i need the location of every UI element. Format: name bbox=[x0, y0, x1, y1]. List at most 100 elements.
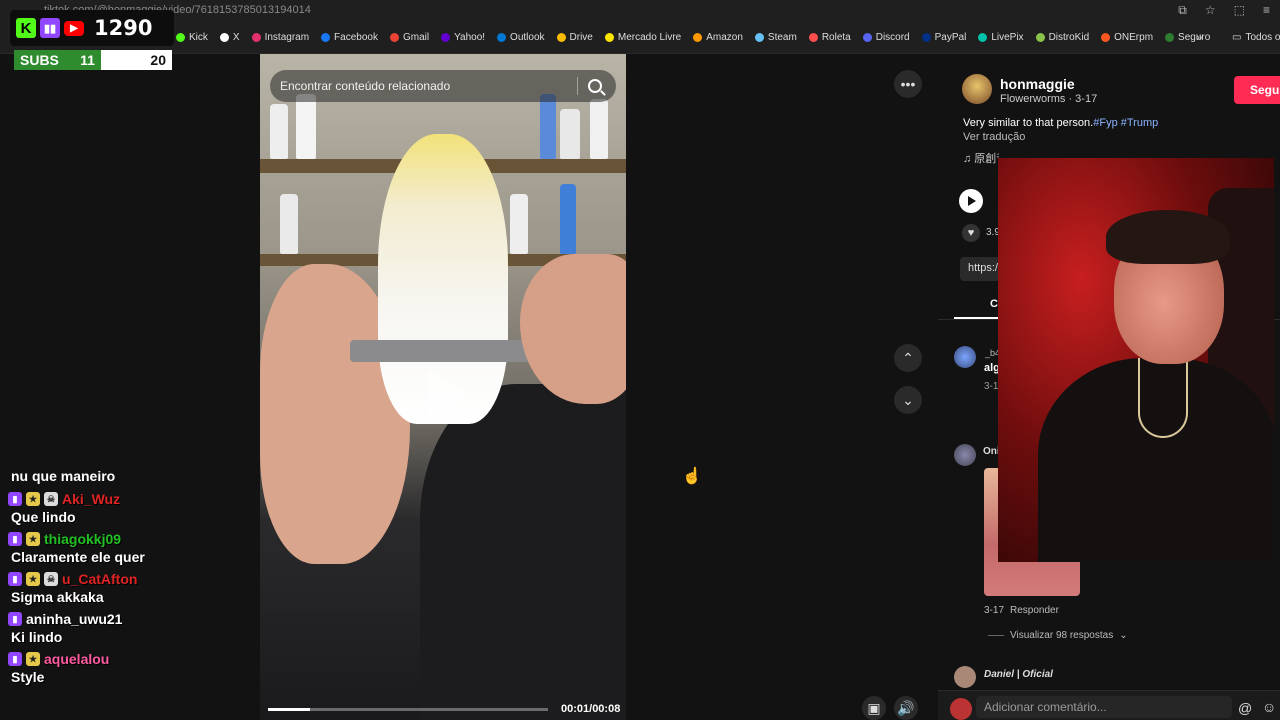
bookmark-discord[interactable]: Discord bbox=[862, 32, 910, 43]
chat-badge-icon: ☠ bbox=[44, 492, 58, 506]
related-search[interactable]: Encontrar conteúdo relacionado bbox=[270, 70, 616, 102]
bookmark-favicon-icon bbox=[321, 33, 331, 42]
bottle bbox=[560, 184, 576, 254]
author-meta: Flowerworms · 3-17 bbox=[1000, 93, 1098, 105]
chat-badge-icon: ☠ bbox=[44, 572, 58, 586]
picture-in-picture-button[interactable]: ▣ bbox=[862, 696, 886, 720]
chat-message-header: ▮ aninha_uwu21 bbox=[8, 610, 248, 628]
translate-link[interactable]: Ver tradução bbox=[963, 131, 1025, 143]
next-video-button[interactable]: ⌄ bbox=[894, 386, 922, 414]
star-icon[interactable]: ☆ bbox=[1205, 3, 1216, 18]
bookmark-label: X bbox=[232, 32, 240, 43]
search-icon[interactable] bbox=[588, 79, 602, 93]
emoji-icon[interactable]: ☺ bbox=[1262, 699, 1276, 715]
comment-author[interactable]: Daniel | Oficial bbox=[984, 669, 1053, 680]
bookmark-drive[interactable]: Drive bbox=[556, 32, 593, 43]
reply-button[interactable]: Responder bbox=[1010, 605, 1059, 616]
heart-icon[interactable]: ♥ bbox=[962, 224, 980, 242]
bookmark-label: Instagram bbox=[264, 32, 310, 43]
bookmark-distrokid[interactable]: DistroKid bbox=[1035, 32, 1089, 43]
chat-message: ▮ ★ ☠ u_CatAfton Sigma akkaka bbox=[8, 570, 248, 606]
twitch-badge-icon: ▮ bbox=[8, 572, 22, 586]
mention-icon[interactable]: @ bbox=[1238, 700, 1252, 716]
kick-icon: K bbox=[16, 18, 36, 38]
bookmark-label: LivePix bbox=[991, 32, 1024, 43]
bookmark-favicon-icon bbox=[1035, 33, 1045, 42]
twitch-badge-icon: ▮ bbox=[8, 492, 22, 506]
bookmark-mercado-livre[interactable]: Mercado Livre bbox=[604, 32, 681, 43]
play-button[interactable] bbox=[959, 189, 983, 213]
video-player[interactable]: Encontrar conteúdo relacionado 00:01/00:… bbox=[260, 54, 626, 720]
subs-goal: 20 bbox=[150, 52, 166, 68]
chat-message-header: ▮ ★ aquelalou bbox=[8, 650, 248, 668]
music-label[interactable]: ♫ 原創音樂 - Flowerworms bbox=[963, 150, 999, 166]
cast-icon[interactable]: ⧉ bbox=[1178, 3, 1187, 18]
twitch-badge-icon: ▮ bbox=[8, 532, 22, 546]
follow-button[interactable]: Segui bbox=[1234, 76, 1280, 104]
bookmark-onerpm[interactable]: ONErpm bbox=[1101, 32, 1153, 43]
bookmark-roleta[interactable]: Roleta bbox=[808, 32, 851, 43]
bookmark-facebook[interactable]: Facebook bbox=[321, 32, 378, 43]
chat-username: thiagokkj09 bbox=[44, 531, 122, 547]
bookmark-favicon-icon bbox=[556, 33, 566, 42]
bookmark-favicon-icon bbox=[693, 33, 703, 42]
comment-date: 3-17 bbox=[984, 605, 1005, 616]
viewer-count: 1290 bbox=[94, 16, 153, 40]
bookmark-paypal[interactable]: PayPal bbox=[921, 32, 966, 43]
author-name[interactable]: honmaggie bbox=[1000, 76, 1075, 92]
bookmark-kick[interactable]: Kick bbox=[176, 32, 208, 43]
progress-fill bbox=[268, 708, 310, 711]
pip-icon: ▣ bbox=[867, 699, 881, 716]
streamer-hair bbox=[1106, 210, 1230, 264]
bookmark-label: Seguro bbox=[1178, 32, 1211, 43]
bookmark-outlook[interactable]: Outlook bbox=[497, 32, 545, 43]
bookmark-seguro[interactable]: Seguro bbox=[1165, 32, 1210, 43]
comment-input[interactable] bbox=[976, 696, 1232, 718]
progress-track[interactable] bbox=[268, 708, 548, 711]
author-avatar[interactable] bbox=[962, 74, 992, 104]
bookmark-favicon-icon bbox=[1101, 33, 1111, 42]
commenter-avatar[interactable] bbox=[954, 444, 976, 466]
play-icon[interactable] bbox=[428, 370, 468, 418]
bookmark-steam[interactable]: Steam bbox=[754, 32, 797, 43]
twitch-badge-icon: ▮ bbox=[8, 612, 22, 626]
bookmark-x[interactable]: X bbox=[219, 32, 240, 43]
copy-link-field[interactable]: https:/ bbox=[960, 257, 1000, 281]
commenter-avatar[interactable] bbox=[954, 666, 976, 688]
hand-cursor-icon: ☝ bbox=[682, 468, 702, 485]
view-replies-button[interactable]: Visualizar 98 respostas ⌄ bbox=[988, 630, 1128, 641]
previous-video-button[interactable]: ⌃ bbox=[894, 344, 922, 372]
bookmarks-bar: Kick X Instagram Facebook Gmail Yahoo! Outlook… bbox=[0, 22, 1280, 54]
bookmark-label: Steam bbox=[767, 32, 797, 43]
bottle bbox=[540, 94, 556, 159]
subs-current: 11 bbox=[80, 52, 95, 68]
all-bookmarks-folder[interactable]: ▭ Todos os bbox=[1232, 32, 1280, 43]
bookmark-gmail[interactable]: Gmail bbox=[389, 32, 429, 43]
bookmark-favicon-icon bbox=[1165, 33, 1175, 42]
caption-hashtags[interactable]: #Fyp #Trump bbox=[1093, 117, 1158, 129]
commenter-avatar[interactable] bbox=[954, 346, 976, 368]
chat-text: Que lindo bbox=[11, 509, 76, 525]
comment-date: 3-1 bbox=[984, 381, 999, 392]
bottle bbox=[560, 109, 580, 159]
extensions-icon[interactable]: ⬚ bbox=[1234, 3, 1245, 18]
bookmark-livepix[interactable]: LivePix bbox=[978, 32, 1024, 43]
chat-message: ▮ aninha_uwu21 Ki lindo bbox=[8, 610, 248, 646]
volume-button[interactable]: 🔊 bbox=[894, 696, 918, 720]
tab-comments[interactable]: C bbox=[990, 298, 998, 310]
more-options-button[interactable]: ••• bbox=[894, 70, 922, 98]
bookmark-yahoo[interactable]: Yahoo! bbox=[441, 32, 485, 43]
menu-icon[interactable]: ≡ bbox=[1263, 3, 1270, 18]
chevron-right-icon[interactable]: » bbox=[1196, 30, 1203, 44]
salon-cape bbox=[420, 384, 626, 720]
bookmark-amazon[interactable]: Amazon bbox=[693, 32, 743, 43]
bookmark-label: Roleta bbox=[821, 32, 851, 43]
chat-badge-icon: ★ bbox=[26, 532, 40, 546]
bookmark-instagram[interactable]: Instagram bbox=[251, 32, 310, 43]
bottle bbox=[590, 99, 608, 159]
chat-username: u_CatAfton bbox=[62, 571, 138, 587]
bookmark-favicon-icon bbox=[497, 33, 507, 42]
chat-text: Sigma akkaka bbox=[11, 589, 104, 605]
chat-username: aninha_uwu21 bbox=[26, 611, 123, 627]
bottle bbox=[270, 104, 288, 159]
